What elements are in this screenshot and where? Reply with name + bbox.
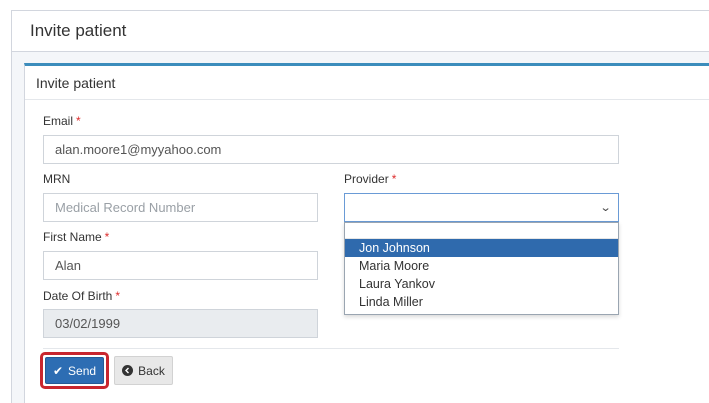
provider-select[interactable]: ⌄ [344,193,619,222]
email-field[interactable]: alan.moore1@myyahoo.com [43,135,619,164]
dropdown-search[interactable] [345,223,618,239]
mrn-field[interactable]: Medical Record Number [43,193,318,222]
first-name-label-text: First Name [43,230,102,244]
provider-option-maria-moore[interactable]: Maria Moore [345,257,618,275]
back-button[interactable]: Back [114,356,173,385]
first-name-field[interactable]: Alan [43,251,318,280]
provider-option-jon-johnson[interactable]: Jon Johnson [345,239,618,257]
required-marker: * [76,114,81,128]
page-title: Invite patient [30,21,127,40]
check-icon: ✔ [52,363,64,378]
required-marker: * [391,172,397,186]
panel-header: Invite patient [25,66,709,100]
email-value: alan.moore1@myyahoo.com [55,142,222,157]
email-label-text: Email [43,114,74,128]
provider-dropdown: Jon Johnson Maria Moore Laura Yankov Lin… [344,222,619,315]
dob-label: Date Of Birth * [43,289,120,303]
send-button[interactable]: ✔ Send [45,357,104,384]
provider-option-laura-yankov[interactable]: Laura Yankov [345,275,618,293]
mrn-label: MRN [43,172,70,186]
mrn-label-text: MRN [43,172,71,186]
chevron-down-icon: ⌄ [599,202,612,214]
first-name-label: First Name * [43,230,109,244]
panel-title: Invite patient [36,74,116,91]
back-button-label: Back [138,363,165,378]
mrn-placeholder: Medical Record Number [55,200,196,215]
circle-arrow-left-icon [122,365,134,376]
dob-label-text: Date Of Birth [43,289,113,303]
provider-label-text: Provider [344,172,389,186]
page-header: Invite patient [12,11,709,52]
dob-value: 03/02/1999 [55,316,121,331]
form-divider [43,348,619,349]
email-label: Email * [43,114,81,128]
required-marker: * [115,289,121,303]
provider-option-linda-miller[interactable]: Linda Miller [345,293,618,311]
required-marker: * [104,230,110,244]
first-name-value: Alan [55,258,82,273]
dob-field: 03/02/1999 [43,309,318,338]
provider-label: Provider * [344,172,396,186]
send-button-label: Send [68,363,97,378]
